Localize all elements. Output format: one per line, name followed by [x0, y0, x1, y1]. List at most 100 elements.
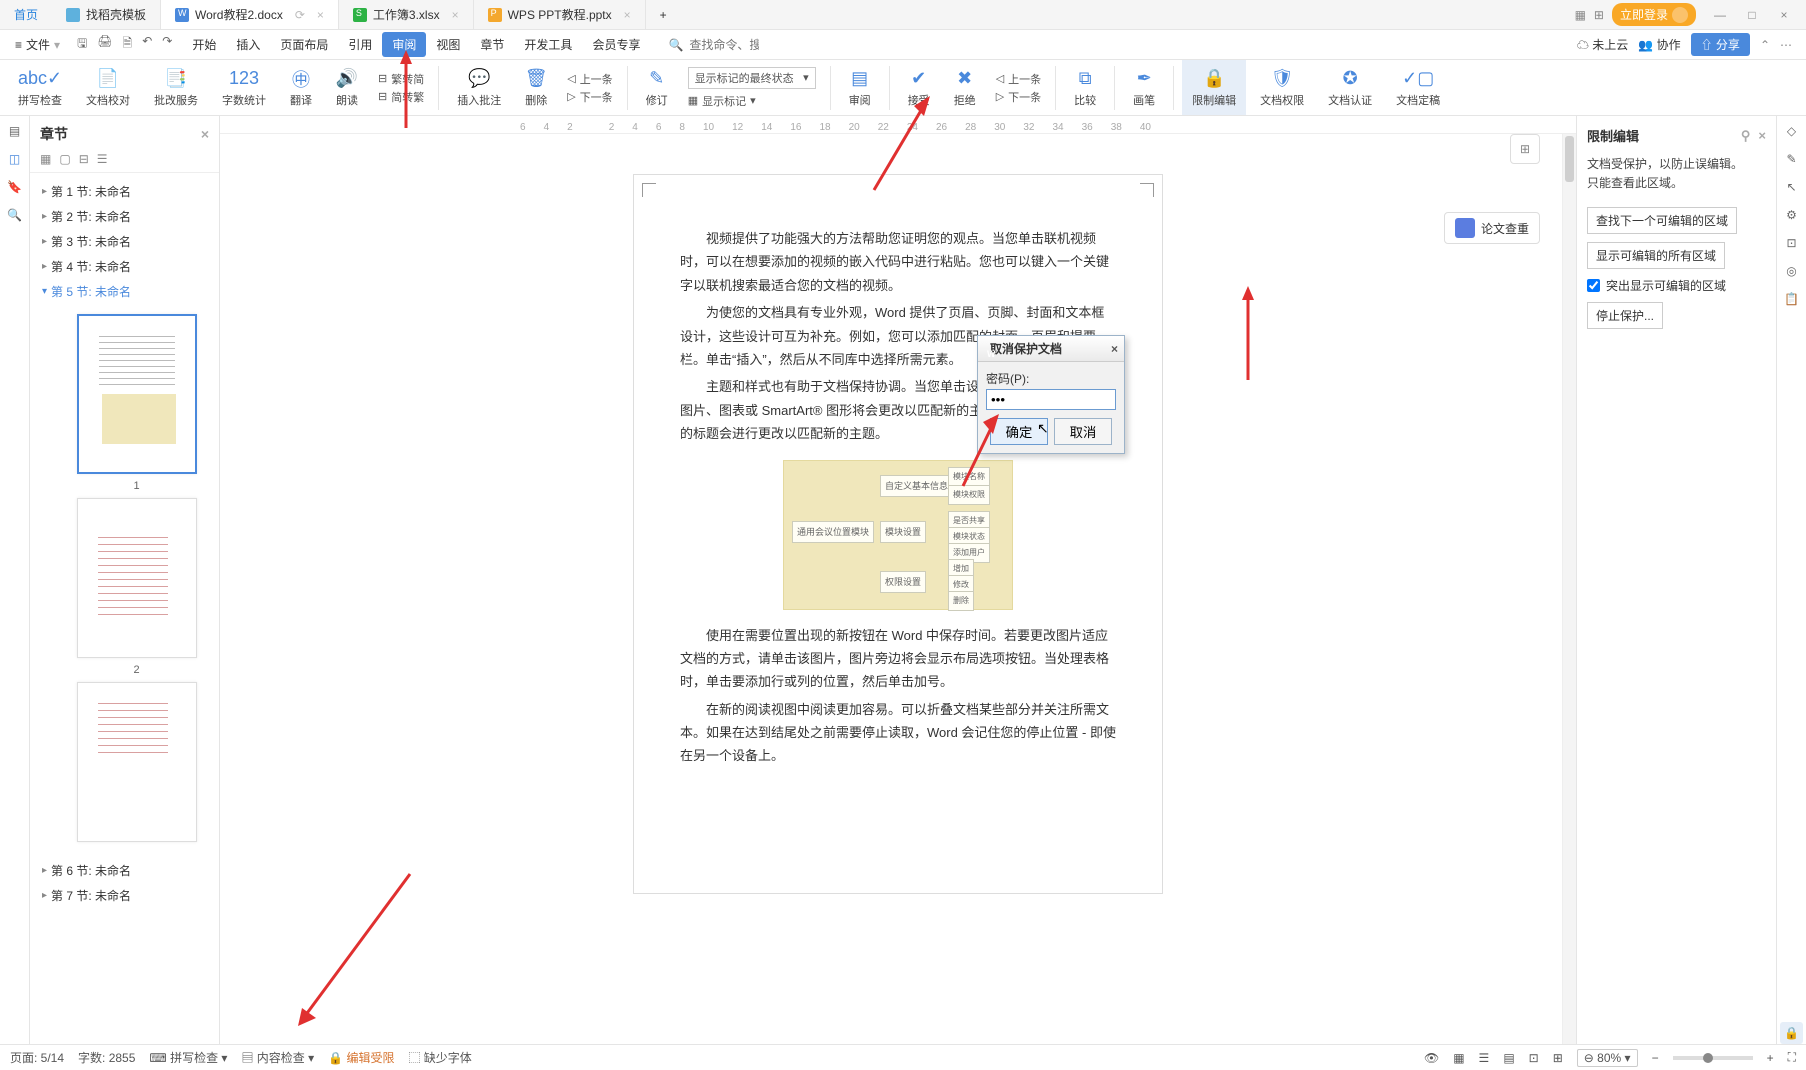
menu-insert[interactable]: 插入	[226, 32, 270, 57]
plagiarism-check-button[interactable]: 论文查重	[1444, 212, 1540, 244]
reading-mode-icon[interactable]: ⊡	[1529, 1051, 1539, 1065]
track-changes-button[interactable]: ✎修订	[636, 60, 678, 115]
more-icon[interactable]: ⋯	[1780, 38, 1792, 52]
checkbox-input[interactable]	[1587, 279, 1600, 292]
next-change-button[interactable]: ▷ 下一条	[996, 89, 1041, 105]
ok-button[interactable]: 确定	[990, 418, 1048, 445]
sections-icon[interactable]: ◫	[9, 152, 20, 166]
find-icon[interactable]: 🔍	[7, 208, 22, 222]
password-input[interactable]	[986, 389, 1116, 410]
collapse-ribbon-icon[interactable]: ⌃	[1760, 38, 1770, 52]
collaborate-button[interactable]: 👥 协作	[1638, 36, 1680, 53]
print-icon[interactable]: 🖨	[97, 34, 112, 55]
view-mode-icon[interactable]: 👁	[1424, 1051, 1439, 1065]
compare-button[interactable]: ⧉比较	[1064, 60, 1106, 115]
find-next-region-button[interactable]: 查找下一个可编辑的区域	[1587, 207, 1737, 234]
prev-comment-button[interactable]: ◁ 上一条	[567, 71, 612, 87]
section-item[interactable]: 第 1 节: 未命名	[34, 179, 215, 204]
zoom-in-icon[interactable]: +	[1767, 1051, 1774, 1065]
outline-mode-icon[interactable]: ☰	[1479, 1051, 1490, 1065]
word-count[interactable]: 字数: 2855	[78, 1049, 135, 1066]
zoom-out-icon[interactable]: −	[1652, 1051, 1659, 1065]
fullscreen-icon[interactable]: ⛶	[1788, 1050, 1796, 1065]
read-aloud-button[interactable]: 🔊朗读	[326, 60, 368, 115]
translate-button[interactable]: ㊥翻译	[280, 60, 322, 115]
doc-auth-button[interactable]: ✪文档认证	[1318, 60, 1382, 115]
finalize-doc-button[interactable]: ✓▢文档定稿	[1386, 60, 1450, 115]
ink-button[interactable]: ✒画笔	[1123, 60, 1165, 115]
layout-icon[interactable]: ▦	[1575, 8, 1586, 22]
lock-icon[interactable]: 🔒	[1780, 1022, 1803, 1044]
redo-icon[interactable]: ↷	[162, 34, 172, 55]
cloud-status[interactable]: ☁ 未上云	[1577, 36, 1628, 53]
menu-section[interactable]: 章节	[470, 32, 514, 57]
nav-tab-2[interactable]: ▢	[59, 152, 70, 166]
cancel-button[interactable]: 取消	[1054, 418, 1112, 445]
nav-tab-4[interactable]: ☰	[97, 152, 108, 166]
vertical-scrollbar[interactable]	[1562, 134, 1576, 1044]
settings-icon[interactable]: ⚙	[1786, 208, 1797, 222]
doc-permission-button[interactable]: 🛡文档权限	[1250, 60, 1314, 115]
restrict-editing-button[interactable]: 🔒限制编辑	[1182, 60, 1246, 115]
outline-icon[interactable]: ▤	[9, 124, 20, 138]
apps-icon[interactable]: ⊞	[1594, 8, 1604, 22]
dialog-close-icon[interactable]: ×	[1111, 342, 1118, 356]
home-tab[interactable]: 首页	[0, 6, 52, 23]
diamond-icon[interactable]: ◇	[1787, 124, 1796, 138]
maximize-button[interactable]: □	[1736, 8, 1768, 22]
tab-word-doc[interactable]: Word教程2.docx⟳×	[161, 0, 339, 29]
next-comment-button[interactable]: ▷ 下一条	[567, 89, 612, 105]
show-all-regions-button[interactable]: 显示可编辑的所有区域	[1587, 242, 1725, 269]
menu-layout[interactable]: 页面布局	[270, 32, 338, 57]
close-icon[interactable]: ×	[624, 8, 631, 22]
spellcheck-toggle[interactable]: ⌨ 拼写检查 ▾	[149, 1049, 227, 1066]
menu-home[interactable]: 开始	[182, 32, 226, 57]
command-search[interactable]: 🔍	[668, 38, 759, 52]
page-thumbnail[interactable]	[77, 682, 197, 842]
reject-button[interactable]: ✖拒绝	[944, 60, 986, 115]
menu-member[interactable]: 会员专享	[582, 32, 650, 57]
close-icon[interactable]: ×	[452, 8, 459, 22]
nav-tab-1[interactable]: ▦	[40, 152, 51, 166]
new-tab-button[interactable]: +	[646, 0, 681, 29]
accept-button[interactable]: ✔接受	[898, 60, 940, 115]
zoom-fit-icon[interactable]: ⊞	[1553, 1051, 1563, 1065]
close-icon[interactable]: ⟳	[295, 8, 305, 22]
section-item[interactable]: 第 6 节: 未命名	[34, 858, 215, 883]
file-menu[interactable]: ≡ 文件 ▾	[8, 33, 67, 56]
clipboard-icon[interactable]: 📋	[1784, 292, 1799, 306]
tab-templates[interactable]: 找稻壳模板	[52, 0, 161, 29]
target-icon[interactable]: ◎	[1786, 264, 1796, 278]
proofread-button[interactable]: 📄文档校对	[76, 60, 140, 115]
menu-devtools[interactable]: 开发工具	[514, 32, 582, 57]
menu-references[interactable]: 引用	[338, 32, 382, 57]
nav-tab-3[interactable]: ⊟	[79, 152, 89, 166]
to-traditional-button[interactable]: ⊟ 简转繁	[378, 89, 424, 105]
menu-view[interactable]: 视图	[426, 32, 470, 57]
prev-change-button[interactable]: ◁ 上一条	[996, 71, 1041, 87]
stop-protection-button[interactable]: 停止保护...	[1587, 302, 1663, 329]
tab-sheet[interactable]: 工作簿3.xlsx×	[339, 0, 474, 29]
image-icon[interactable]: ⊡	[1786, 236, 1796, 250]
bookmark-icon[interactable]: 🔖	[7, 180, 22, 194]
missing-font-indicator[interactable]: ⬚ 缺少字体	[408, 1049, 471, 1066]
save-icon[interactable]: 🖫	[77, 34, 87, 55]
share-button[interactable]: ⇧ 分享	[1691, 33, 1750, 56]
review-pane-button[interactable]: ▤审阅	[839, 60, 881, 115]
delete-comment-button[interactable]: 🗑删除	[515, 60, 557, 115]
zoom-slider[interactable]	[1673, 1056, 1753, 1060]
display-state-dropdown[interactable]: 显示标记的最终状态▾	[688, 67, 816, 89]
wordcount-button[interactable]: 123字数统计	[212, 60, 276, 115]
undo-icon[interactable]: ↶	[142, 34, 152, 55]
tab-ppt[interactable]: WPS PPT教程.pptx×	[474, 0, 646, 29]
close-pane-icon[interactable]: ×	[1758, 128, 1766, 143]
document-page[interactable]: 视频提供了功能强大的方法帮助您证明您的观点。当您单击联机视频时，可以在想要添加的…	[633, 174, 1163, 894]
section-item[interactable]: 第 3 节: 未命名	[34, 229, 215, 254]
menu-review[interactable]: 审阅	[382, 32, 426, 57]
pin-icon[interactable]: ⚲	[1741, 128, 1751, 143]
section-item[interactable]: 第 4 节: 未命名	[34, 254, 215, 279]
close-icon[interactable]: ×	[317, 8, 324, 22]
correction-button[interactable]: 📑批改服务	[144, 60, 208, 115]
web-mode-icon[interactable]: ▤	[1503, 1051, 1514, 1065]
page-thumbnail[interactable]	[77, 314, 197, 474]
